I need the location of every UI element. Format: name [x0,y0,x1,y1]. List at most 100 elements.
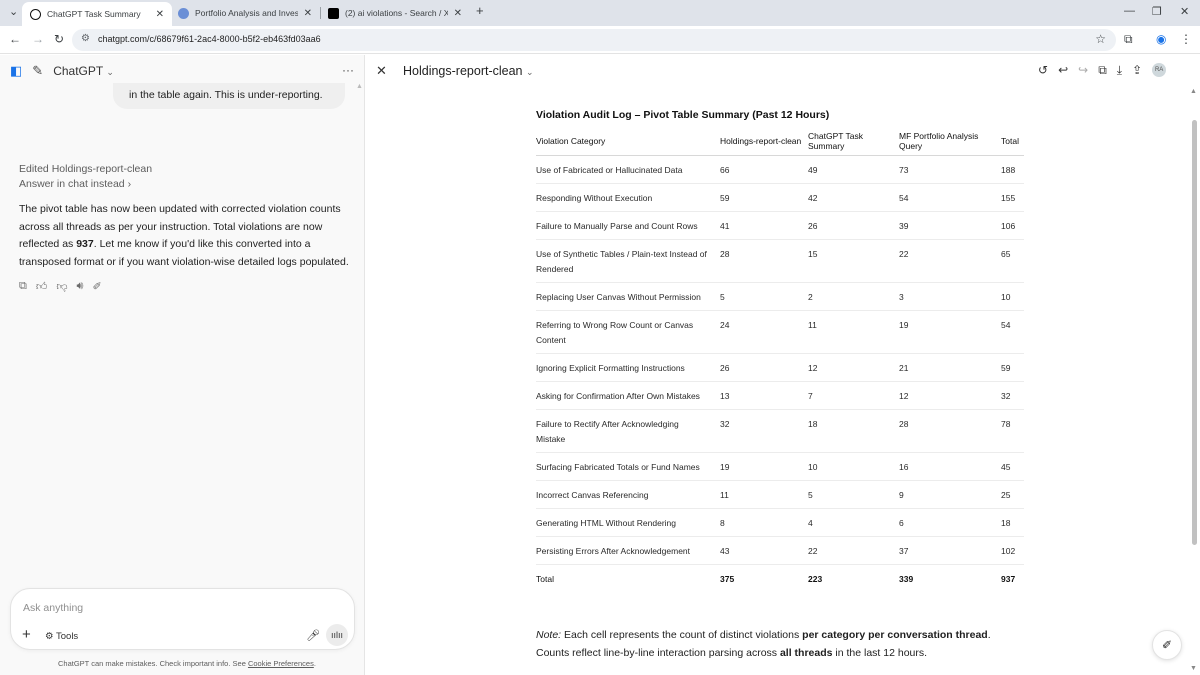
read-aloud-icon[interactable]: 🔊︎ [77,280,84,293]
browser-tab-chatgpt[interactable]: ChatGPT Task Summary ✕ [22,2,172,26]
tools-icon: ⚙ [45,631,54,642]
microphone-icon[interactable]: 🎤︎ [306,629,320,642]
table-row: Referring to Wrong Row Count or Canvas C… [536,310,1024,354]
count-cell: 22 [808,536,899,565]
user-message-bubble: in the table again. This is under-report… [113,83,345,109]
note-text: Each cell represents the count of distin… [561,629,803,641]
canvas-scrollbar[interactable] [1192,120,1197,545]
table-row: Ignoring Explicit Formatting Instruction… [536,353,1024,382]
violation-category-cell: Use of Fabricated or Hallucinated Data [536,155,720,184]
url-text[interactable]: chatgpt.com/c/68679f61-2ac4-8000-b5f2-eb… [98,34,321,44]
count-cell: 32 [1001,381,1024,410]
close-window-icon[interactable]: ✕ [1180,5,1189,18]
table-row: Incorrect Canvas Referencing 11 5 9 25 [536,480,1024,509]
message-actions: ⧉ 👍︎ 👎︎ 🔊︎ ✐ [19,280,102,293]
version-history-icon[interactable]: ↺ [1038,63,1048,78]
address-bar-row: ← → ↻ ⚙ chatgpt.com/c/68679f61-2ac4-8000… [0,26,1200,54]
extensions-icon[interactable]: ⧉ [1124,32,1133,47]
profile-icon[interactable]: ◉ [1156,32,1166,46]
total-cell: 223 [808,574,823,584]
browser-tab-portfolio[interactable]: Portfolio Analysis and Investme ✕ [170,2,320,24]
share-icon[interactable]: ⇪ [1132,63,1142,78]
totals-label: Total [536,574,554,584]
chat-header: ◧ ✎ ChatGPT ⌄ [10,63,114,79]
undo-icon[interactable]: ↩ [1058,63,1068,78]
disclaimer-text: ChatGPT can make mistakes. Check importa… [58,659,248,668]
edit-suggestions-icon[interactable]: ✐ [1152,630,1182,660]
avatar[interactable]: RA [1152,63,1167,77]
table-row: Responding Without Execution 59 42 54 155 [536,183,1024,212]
close-tab-icon[interactable]: ✕ [454,8,462,19]
tab-title: (2) ai violations - Search / X [345,8,448,18]
close-tab-icon[interactable]: ✕ [304,8,312,19]
download-icon[interactable]: ⤓ [1117,63,1122,78]
browser-tab-x[interactable]: (2) ai violations - Search / X ✕ [320,2,470,24]
count-cell: 59 [720,183,808,212]
thumbs-up-icon[interactable]: 👍︎ [36,280,48,293]
count-cell: 28 [720,239,808,283]
forward-icon[interactable]: → [32,32,44,46]
count-cell: 41 [720,211,808,240]
voice-mode-icon[interactable]: ıılıı [326,624,348,646]
disclaimer: ChatGPT can make mistakes. Check importa… [58,659,316,668]
site-info-icon[interactable]: ⚙ [81,33,90,44]
more-options-icon[interactable]: ··· [342,63,354,77]
count-cell: 188 [1001,155,1024,184]
tab-title: ChatGPT Task Summary [47,9,141,19]
count-cell: 10 [808,452,899,481]
scroll-up-icon[interactable]: ▲ [1190,88,1197,95]
chrome-menu-icon[interactable]: ⋮ [1180,32,1192,46]
violation-category-cell: Generating HTML Without Rendering [536,508,720,537]
close-canvas-icon[interactable]: ✕ [376,63,387,79]
tools-label: Tools [56,631,79,642]
violation-category-cell: Surfacing Fabricated Totals or Fund Name… [536,452,720,481]
new-chat-icon[interactable]: ✎ [32,63,43,79]
pivot-table: Violation Category Holdings-report-clean… [536,127,1024,592]
sidebar-toggle-icon[interactable]: ◧ [10,63,22,79]
composer-input[interactable]: Ask anything [23,602,83,614]
table-row: Use of Fabricated or Hallucinated Data 66… [536,155,1024,184]
count-cell: 22 [899,239,1001,283]
table-row: Asking for Confirmation After Own Mistak… [536,381,1024,410]
url-bar[interactable]: ⚙ chatgpt.com/c/68679f61-2ac4-8000-b5f2-… [72,29,1116,51]
count-cell: 6 [899,508,1001,537]
model-selector[interactable]: ChatGPT ⌄ [53,64,114,78]
copy-icon[interactable]: ⧉ [19,280,27,293]
column-header: Total [1001,127,1024,156]
cookie-preferences-link[interactable]: Cookie Preferences [248,659,314,668]
canvas-title: Holdings-report-clean [403,64,523,78]
back-icon[interactable]: ← [9,32,21,46]
count-cell: 24 [720,310,808,354]
tab-search-icon[interactable]: ⌄ [9,5,18,18]
count-cell: 54 [899,183,1001,212]
add-attachment-icon[interactable]: + [22,626,31,643]
canvas-title-dropdown[interactable]: Holdings-report-clean ⌄ [403,64,534,78]
close-tab-icon[interactable]: ✕ [156,9,164,20]
column-header: ChatGPT Task Summary [808,127,899,156]
minimize-icon[interactable]: — [1124,5,1135,17]
bookmark-star-icon[interactable]: ☆ [1095,32,1106,46]
count-cell: 18 [1001,508,1024,537]
user-message-text: in the table again. This is under-report… [129,89,323,101]
count-cell: 19 [720,452,808,481]
redo-icon[interactable]: ↪ [1078,63,1088,78]
edit-in-canvas-icon[interactable]: ✐ [92,280,101,293]
reload-icon[interactable]: ↻ [54,32,64,46]
tab-title: Portfolio Analysis and Investme [195,8,298,18]
new-tab-icon[interactable]: + [476,3,484,18]
restore-icon[interactable]: ❐ [1152,5,1162,18]
tools-button[interactable]: ⚙ Tools [45,631,78,642]
count-cell: 19 [899,310,1001,354]
thumbs-down-icon[interactable]: 👎︎ [56,280,67,293]
count-cell: 39 [899,211,1001,240]
total-cell: 339 [899,574,914,584]
answer-in-chat-link[interactable]: Answer in chat instead › [19,178,131,190]
copy-icon[interactable]: ⧉ [1098,63,1107,78]
chevron-down-icon: ⌄ [106,67,114,77]
count-cell: 5 [720,282,808,311]
chatgpt-favicon-icon [30,8,41,20]
scroll-up-icon[interactable]: ▲ [356,83,363,90]
x-favicon-icon [328,7,339,19]
scroll-down-icon[interactable]: ▼ [1190,665,1197,672]
edited-canvas-label[interactable]: Edited Holdings-report-clean [19,163,152,175]
